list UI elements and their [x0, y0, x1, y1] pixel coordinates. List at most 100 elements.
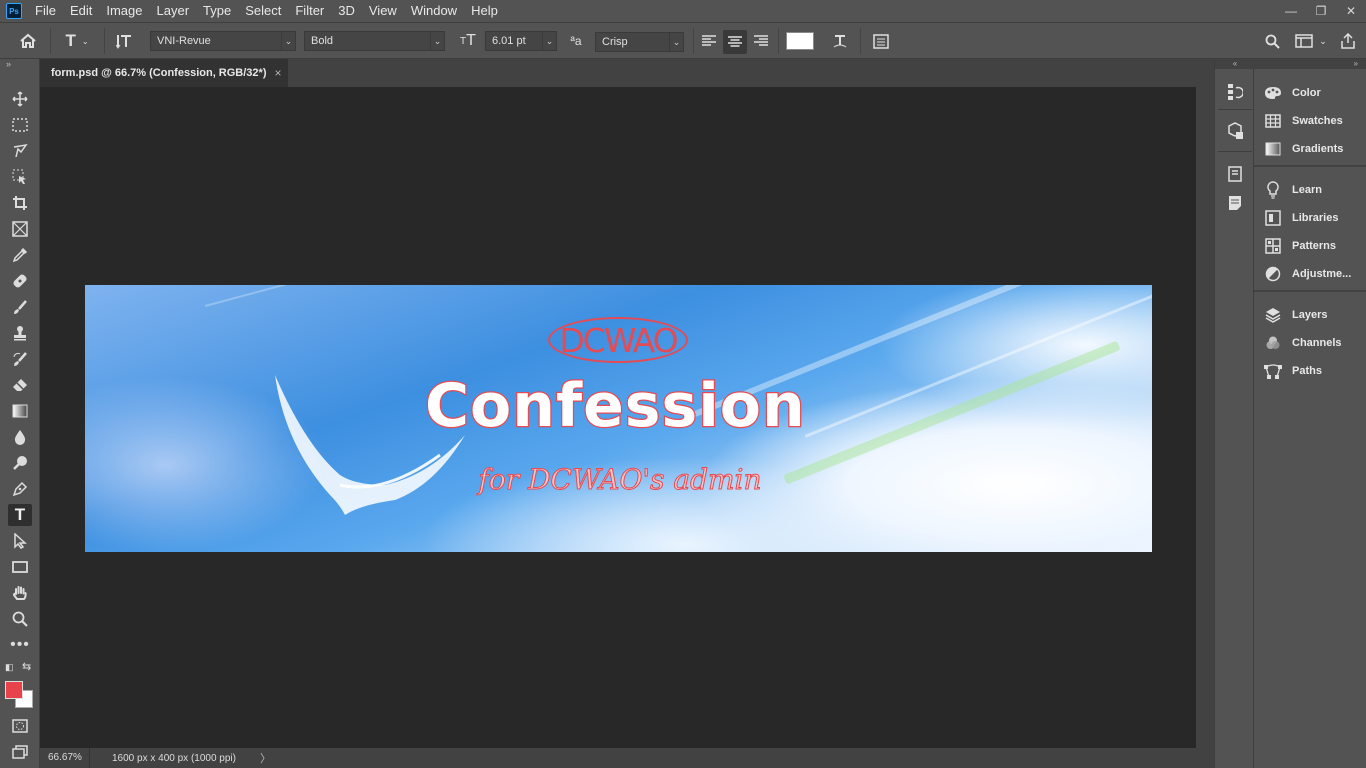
menu-type[interactable]: Type: [196, 0, 238, 22]
dodge-tool-icon[interactable]: [8, 452, 32, 474]
path-selection-tool-icon[interactable]: [8, 530, 32, 552]
quick-mask-icon[interactable]: [8, 715, 32, 737]
frame-tool-icon[interactable]: [8, 218, 32, 240]
align-left-icon[interactable]: [698, 30, 720, 52]
font-style-select[interactable]: Bold ⌄: [304, 31, 445, 51]
search-icon[interactable]: [1262, 31, 1282, 51]
rectangle-tool-icon[interactable]: [8, 556, 32, 578]
collapse-panels-icon[interactable]: »: [1254, 59, 1366, 69]
document-tab-title: form.psd @ 66.7% (Confession, RGB/32*): [51, 67, 267, 79]
toggle-text-orientation-icon[interactable]: [114, 31, 136, 51]
headline-text[interactable]: Confession: [424, 370, 806, 443]
chevron-right-icon[interactable]: 〉: [260, 750, 271, 766]
history-panel-icon[interactable]: [1225, 82, 1245, 102]
properties-panel-icon[interactable]: [1225, 164, 1245, 184]
character-panel-icon[interactable]: [870, 30, 892, 52]
panel-channels[interactable]: Channels: [1264, 331, 1342, 355]
minimize-button[interactable]: —: [1276, 0, 1306, 22]
menu-image[interactable]: Image: [99, 0, 149, 22]
blur-tool-icon[interactable]: [8, 426, 32, 448]
font-size-select[interactable]: 6.01 pt ⌄: [485, 31, 557, 51]
text-color-swatch[interactable]: [786, 32, 814, 50]
chevron-down-icon: ⌄: [542, 32, 556, 50]
warp-text-icon[interactable]: [829, 30, 851, 52]
zoom-tool-icon[interactable]: [8, 608, 32, 630]
document-info: 1600 px x 400 px (1000 ppi): [112, 752, 236, 764]
share-icon[interactable]: [1337, 30, 1359, 52]
antialias-value: Crisp: [602, 36, 628, 48]
collapse-toolbar-icon[interactable]: »: [6, 59, 11, 69]
options-bar: T ⌄ VNI-Revue ⌄ Bold ⌄ TT 6.01 pt ⌄ ªa Cr…: [0, 22, 1366, 59]
type-tool-preset-icon[interactable]: T ⌄: [60, 30, 94, 52]
menu-filter[interactable]: Filter: [288, 0, 331, 22]
chevron-down-icon: ⌄: [281, 32, 295, 50]
font-family-select[interactable]: VNI-Revue ⌄: [150, 31, 296, 51]
panel-patterns[interactable]: Patterns: [1264, 234, 1336, 258]
panel-paths-label: Paths: [1292, 365, 1322, 377]
eraser-tool-icon[interactable]: [8, 374, 32, 396]
menu-3d[interactable]: 3D: [331, 0, 362, 22]
menu-select[interactable]: Select: [238, 0, 288, 22]
canvas-area[interactable]: DCWAO Confession for DCWAO's admin: [40, 87, 1196, 748]
zoom-level[interactable]: 66.67%: [40, 748, 90, 768]
menu-window[interactable]: Window: [404, 0, 464, 22]
status-bar: 66.67% 1600 px x 400 px (1000 ppi) 〉: [40, 748, 1214, 768]
panel-color[interactable]: Color: [1264, 81, 1321, 105]
panel-paths[interactable]: Paths: [1264, 359, 1322, 383]
align-center-icon[interactable]: [723, 30, 747, 54]
panel-layers[interactable]: Layers: [1264, 303, 1327, 327]
grid-swatches-icon: [1264, 112, 1282, 130]
home-icon[interactable]: [16, 31, 40, 51]
dock-divider: [1218, 109, 1252, 110]
notes-panel-icon[interactable]: [1225, 193, 1245, 213]
antialias-select[interactable]: Crisp ⌄: [595, 32, 684, 52]
workspace-switcher-icon[interactable]: ⌄: [1292, 31, 1330, 51]
hand-tool-icon[interactable]: [8, 582, 32, 604]
object-selection-tool-icon[interactable]: [8, 166, 32, 188]
panel-gradients-label: Gradients: [1292, 143, 1344, 155]
restore-button[interactable]: ❐: [1306, 0, 1336, 22]
subheadline-text[interactable]: for DCWAO's admin: [445, 463, 795, 497]
document-tab[interactable]: form.psd @ 66.7% (Confession, RGB/32*) ×: [40, 59, 288, 87]
light-streak: [204, 285, 573, 307]
close-button[interactable]: ✕: [1336, 0, 1366, 22]
clone-stamp-tool-icon[interactable]: [8, 322, 32, 344]
collapse-dock-icon[interactable]: «: [1215, 59, 1255, 69]
font-size-icon: TT: [460, 32, 476, 49]
font-style-value: Bold: [311, 35, 334, 47]
foreground-color-swatch[interactable]: [5, 681, 23, 699]
align-right-icon[interactable]: [750, 30, 772, 52]
brush-tool-icon[interactable]: [8, 296, 32, 318]
panel-learn[interactable]: Learn: [1264, 178, 1322, 202]
swap-colors-icon[interactable]: ⇆: [22, 660, 31, 673]
menu-view[interactable]: View: [362, 0, 404, 22]
font-size-value: 6.01 pt: [492, 35, 526, 47]
canvas-scrollbar[interactable]: [1196, 87, 1214, 748]
document-canvas[interactable]: DCWAO Confession for DCWAO's admin: [85, 285, 1152, 552]
photoshop-logo-icon[interactable]: Ps: [6, 3, 22, 19]
type-tool-icon[interactable]: T: [8, 504, 32, 526]
close-tab-icon[interactable]: ×: [275, 66, 282, 80]
menu-layer[interactable]: Layer: [150, 0, 197, 22]
panel-swatches[interactable]: Swatches: [1264, 109, 1343, 133]
3d-panel-icon[interactable]: [1225, 121, 1245, 141]
gradient-tool-icon[interactable]: [8, 400, 32, 422]
pen-tool-icon[interactable]: [8, 478, 32, 500]
more-tools-icon[interactable]: •••: [8, 634, 32, 656]
panel-adjustments[interactable]: Adjustme...: [1264, 262, 1351, 286]
menu-edit[interactable]: Edit: [63, 0, 99, 22]
default-colors-icon[interactable]: ◧: [5, 662, 14, 673]
menu-help[interactable]: Help: [464, 0, 505, 22]
eyedropper-tool-icon[interactable]: [8, 244, 32, 266]
crop-tool-icon[interactable]: [8, 192, 32, 214]
marquee-tool-icon[interactable]: [8, 114, 32, 136]
healing-brush-tool-icon[interactable]: [8, 270, 32, 292]
lasso-tool-icon[interactable]: [8, 140, 32, 162]
panel-gradients[interactable]: Gradients: [1264, 137, 1343, 161]
screen-mode-icon[interactable]: [8, 741, 32, 763]
font-family-value: VNI-Revue: [157, 35, 211, 47]
menu-file[interactable]: File: [28, 0, 63, 22]
panel-libraries[interactable]: Libraries: [1264, 206, 1338, 230]
history-brush-tool-icon[interactable]: [8, 348, 32, 370]
move-tool-icon[interactable]: [8, 88, 32, 110]
